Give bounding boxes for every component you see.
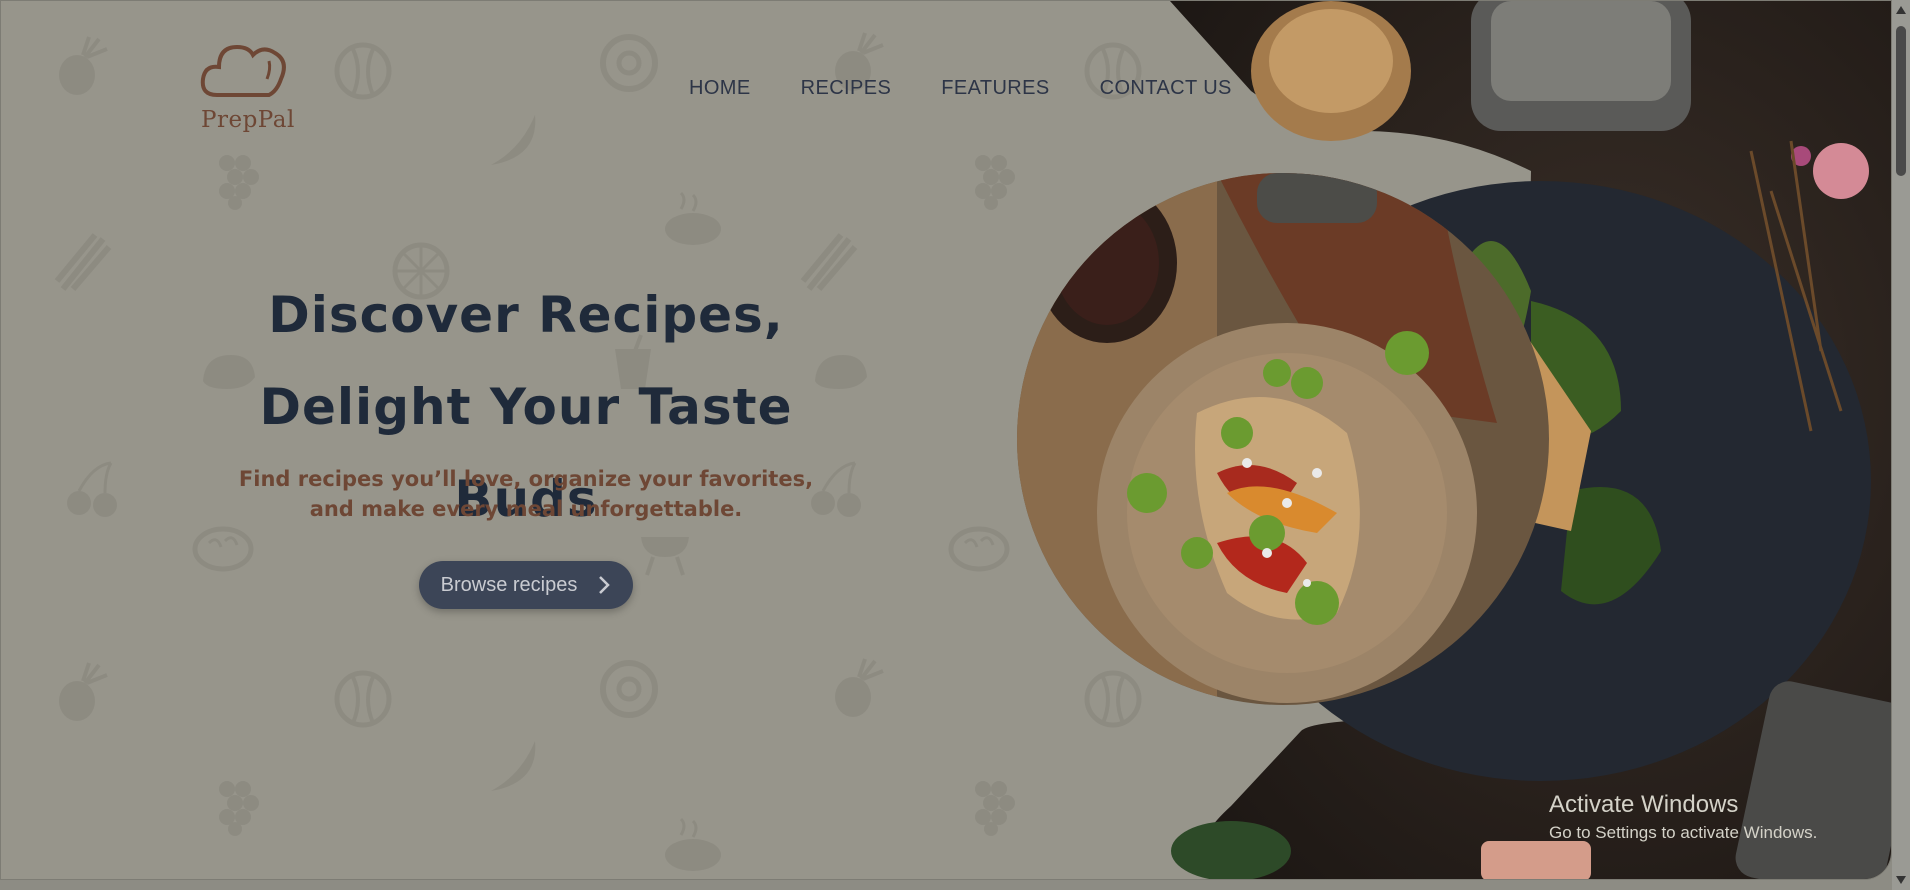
watermelon-icon (1081, 667, 1145, 731)
watermark-title: Activate Windows (1549, 791, 1739, 818)
watermelon-icon (331, 39, 395, 103)
steak-icon (661, 815, 725, 879)
hero-food-image (1017, 173, 1549, 705)
vertical-scrollbar[interactable] (1892, 0, 1910, 890)
chevron-right-icon (599, 576, 611, 594)
hero-subtitle: Find recipes you’ll love, organize your … (231, 464, 821, 524)
chef-hat-icon (200, 44, 286, 97)
pineapple-icon (49, 35, 113, 99)
activate-windows-watermark: Activate Windows Go to Settings to activ… (1549, 791, 1817, 843)
hero-subtitle-line-1: Find recipes you’ll love, organize your … (238, 467, 814, 491)
steak-icon (661, 189, 725, 253)
browse-recipes-button[interactable]: Browse recipes (419, 561, 633, 609)
watermark-subtitle: Go to Settings to activate Windows. (1549, 823, 1818, 842)
scroll-thumb[interactable] (1896, 26, 1906, 176)
grapes-icon (963, 773, 1027, 837)
hero-subtitle-line-2: and make every meal unforgettable. (309, 497, 743, 521)
scroll-down-arrow-icon[interactable] (1896, 876, 1906, 884)
pineapple-icon (825, 657, 889, 721)
asparagus-icon (53, 231, 117, 295)
scroll-up-arrow-icon[interactable] (1896, 6, 1906, 14)
pineapple-icon (49, 661, 113, 725)
bread-icon (947, 513, 1011, 577)
brand-name: PrepPal (201, 107, 295, 133)
page: PrepPal HOME RECIPES FEATURES CONTACT US… (0, 0, 1892, 880)
grapes-icon (963, 147, 1027, 211)
banana-icon (481, 109, 545, 173)
donut-icon (597, 657, 661, 721)
donut-icon (597, 31, 661, 95)
hero-title-line-1: Discover Recipes, (268, 286, 784, 344)
main-nav: HOME RECIPES FEATURES CONTACT US (689, 77, 1232, 100)
nav-home[interactable]: HOME (689, 77, 751, 100)
cherry-icon (61, 457, 125, 521)
brand-logo[interactable]: PrepPal (197, 39, 297, 139)
watermelon-icon (331, 667, 395, 731)
nav-features[interactable]: FEATURES (941, 77, 1049, 100)
nav-recipes[interactable]: RECIPES (801, 77, 892, 100)
nav-contact-us[interactable]: CONTACT US (1100, 77, 1232, 100)
grapes-icon (207, 773, 271, 837)
browse-recipes-label: Browse recipes (440, 573, 578, 596)
grapes-icon (207, 147, 271, 211)
banana-icon (481, 735, 545, 799)
